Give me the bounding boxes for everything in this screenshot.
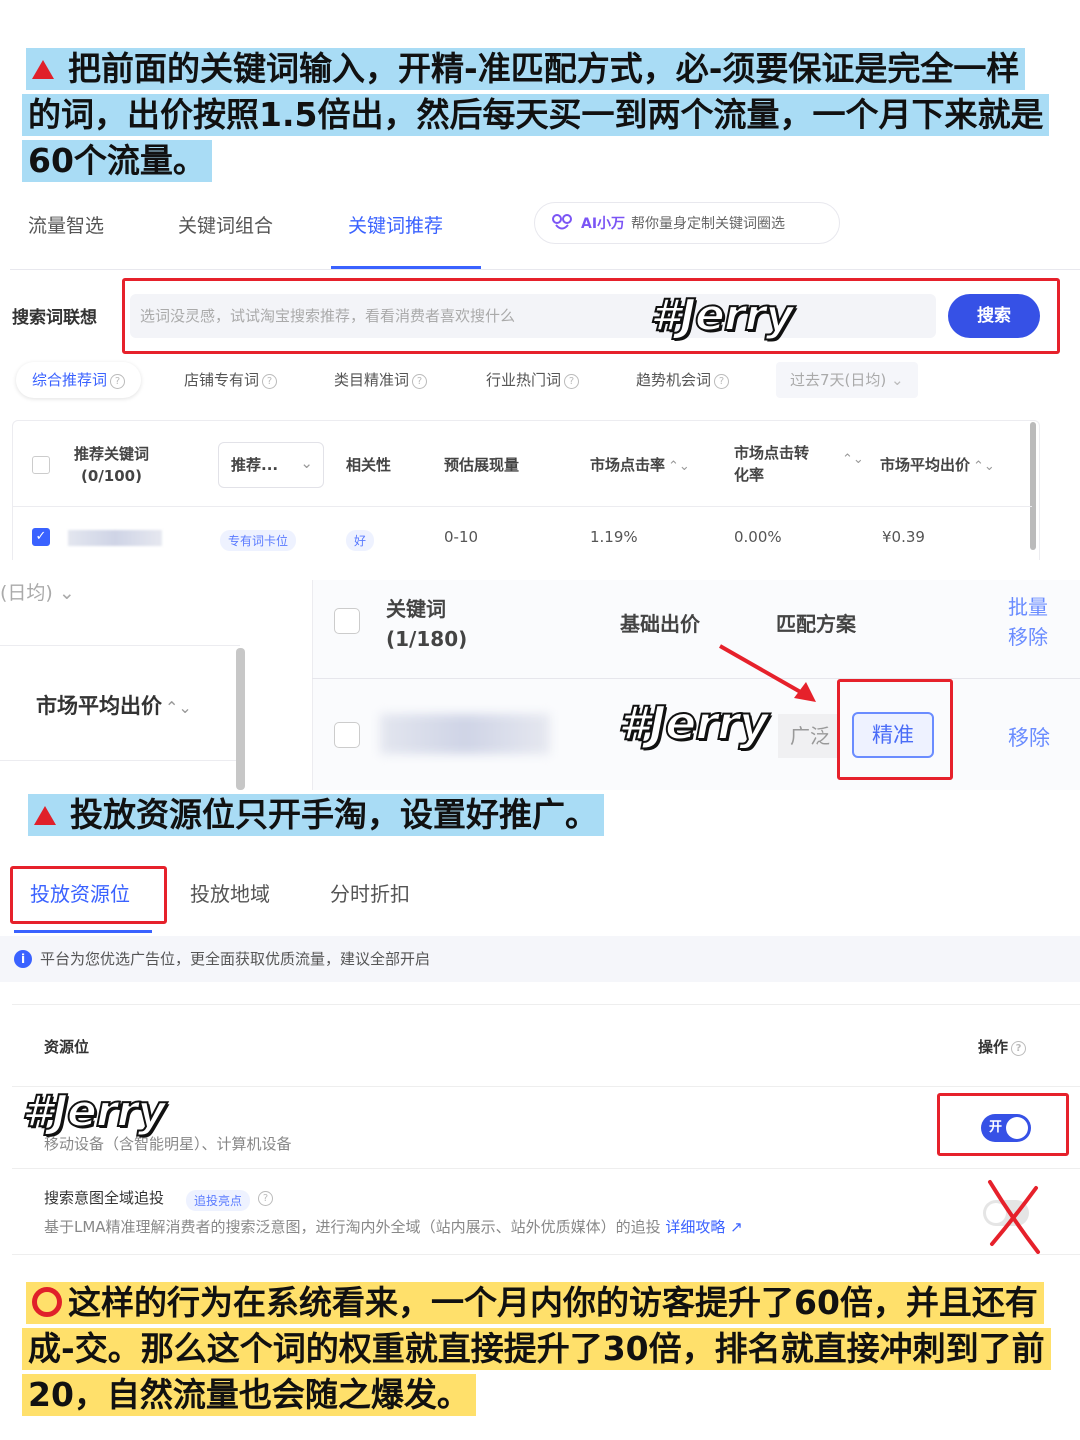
- note-top-line-2: 的词，出价按照1.5倍出，然后每天买一到两个流量，一个月下来就是: [22, 94, 1050, 136]
- batch-remove-link[interactable]: 批量 移除: [1008, 592, 1048, 652]
- chevron-down-icon: ⌄: [58, 582, 75, 604]
- tab-time-discount[interactable]: 分时折扣: [330, 878, 410, 907]
- info-icon: i: [14, 950, 32, 968]
- settings-active-underline: [14, 930, 152, 933]
- est-impressions-value: 0-10: [444, 528, 479, 546]
- col-market-avg-bid[interactable]: 市场平均出价 ⌃⌄: [880, 454, 995, 475]
- tab-traffic-select[interactable]: 流量智选: [28, 211, 104, 238]
- note-top-line-3: 60个流量。: [22, 140, 212, 182]
- tab-divider: [10, 269, 1080, 270]
- table-scrollbar[interactable]: [1030, 422, 1036, 550]
- watermark-2: #Jerry: [617, 695, 770, 751]
- resource-table-bottom-divider: [12, 1254, 1080, 1255]
- recommend-sort-dropdown[interactable]: 推荐... ⌄: [218, 442, 324, 488]
- help-icon: ?: [564, 374, 580, 389]
- selected-row-checkbox[interactable]: [334, 722, 360, 748]
- toggle-highlight-box: [937, 1093, 1069, 1156]
- selected-col-match: 匹配方案: [776, 612, 856, 636]
- help-icon: ?: [110, 374, 126, 389]
- sort-icon[interactable]: ⌃⌄: [973, 459, 995, 474]
- col-rec-keyword: 推荐关键词 (0/100): [74, 445, 150, 485]
- filter-category-precise[interactable]: 类目精准词?: [334, 362, 428, 398]
- help-icon: ?: [714, 374, 730, 389]
- resource-row2-desc: 基于LMA精准理解消费者的搜索泛意图，进行淘内外全域（站内展示、站外优质媒体）的…: [44, 1218, 743, 1236]
- selected-all-checkbox[interactable]: [334, 608, 360, 634]
- date-range-select[interactable]: 过去7天(日均) ⌄: [776, 362, 918, 398]
- ai-assistant-name: AI小万: [581, 216, 626, 232]
- col-market-cvr[interactable]: 市场点击转 化率: [734, 442, 809, 486]
- col-market-ctr[interactable]: 市场点击率 ⌃⌄: [590, 454, 690, 475]
- tab-keyword-combo[interactable]: 关键词组合: [178, 211, 273, 238]
- market-avg-bid-value: ¥0.39: [882, 528, 925, 546]
- select-all-checkbox[interactable]: [32, 456, 50, 474]
- search-highlight-box: [122, 278, 1060, 354]
- broad-match-option[interactable]: 广泛: [778, 714, 838, 758]
- help-icon: ?: [412, 374, 428, 389]
- left-scrollbar[interactable]: [236, 648, 245, 790]
- ai-assistant-pill[interactable]: AI小万 帮你量身定制关键词圈选: [534, 202, 840, 244]
- col-action: 操作?: [978, 1036, 1027, 1057]
- row-checkbox[interactable]: ✓: [32, 528, 50, 546]
- market-cvr-value: 0.00%: [734, 528, 782, 546]
- ai-assistant-desc: 帮你量身定制关键词圈选: [631, 216, 786, 232]
- resource-table-top-divider: [12, 1004, 1080, 1005]
- exact-match-highlight-box: [837, 679, 953, 780]
- warning-triangle-icon: [34, 806, 56, 825]
- selected-header-divider: [312, 678, 1080, 679]
- sort-icon[interactable]: ⌃⌄: [668, 459, 690, 474]
- note-top-line-1: 把前面的关键词输入，开精-准匹配方式，必-须要保证是完全一样: [26, 48, 1026, 90]
- table-header-divider: [12, 506, 1032, 507]
- exclusive-slot-tag: 专有词卡位: [220, 530, 297, 551]
- help-icon: ?: [258, 1187, 273, 1206]
- note-bottom-line-2: 成-交。那么这个词的权重就直接提升了30倍，排名就直接冲刺到了前: [22, 1328, 1051, 1370]
- filter-store-exclusive[interactable]: 店铺专有词?: [184, 362, 278, 398]
- tab-keyword-recommend[interactable]: 关键词推荐: [348, 211, 443, 238]
- note-bottom-line-3: 20，自然流量也会随之爆发。: [22, 1374, 476, 1416]
- red-circle-icon: [32, 1287, 62, 1317]
- tracking-highlight-badge: 追投亮点: [186, 1190, 251, 1211]
- info-bar: i 平台为您优选广告位，更全面获取优质流量，建议全部开启: [0, 936, 1080, 982]
- remove-link[interactable]: 移除: [1008, 722, 1050, 752]
- ai-robot-icon: [552, 214, 572, 230]
- selected-col-base-bid: 基础出价: [620, 612, 700, 636]
- market-ctr-value: 1.19%: [590, 528, 638, 546]
- sort-icon[interactable]: ⌃⌄: [165, 698, 192, 717]
- chevron-down-icon: ⌄: [300, 454, 313, 472]
- detail-guide-link[interactable]: 详细攻略: [665, 1218, 725, 1236]
- warning-triangle-icon: [32, 60, 54, 79]
- filter-trend-opportunity[interactable]: 趋势机会词?: [636, 362, 730, 398]
- watermark-1: #Jerry: [649, 289, 795, 342]
- filter-comprehensive[interactable]: 综合推荐词?: [16, 362, 142, 398]
- tab-region[interactable]: 投放地域: [190, 878, 270, 907]
- resource-row2-title: 搜索意图全域追投: [44, 1189, 165, 1207]
- note-middle: 投放资源位只开手淘，设置好推广。: [28, 794, 604, 836]
- resource-header-divider: [12, 1086, 1080, 1087]
- blurred-selected-keyword: [380, 714, 550, 754]
- col-resource: 资源位: [44, 1038, 90, 1056]
- relevance-badge: 好: [346, 530, 375, 551]
- selected-col-keyword: 关键词 (1/180): [386, 597, 468, 651]
- search-label: 搜索词联想: [12, 308, 97, 328]
- watermark-3: #Jerry: [21, 1085, 167, 1138]
- sort-icon[interactable]: ⌃⌄: [842, 452, 864, 467]
- resource-row-divider: [12, 1168, 1080, 1169]
- note-bottom-line-1: 这样的行为在系统看来，一个月内你的访客提升了60倍，并且还有: [26, 1282, 1044, 1324]
- left-avg-bid-header[interactable]: 市场平均出价 ⌃⌄: [36, 690, 192, 720]
- left-date-label: (日均) ⌄: [0, 582, 75, 604]
- external-link-icon[interactable]: ↗: [730, 1218, 743, 1236]
- red-cross-mark-icon: [988, 1180, 1040, 1254]
- filter-industry-hot[interactable]: 行业热门词?: [486, 362, 580, 398]
- blurred-keyword: [68, 530, 162, 546]
- col-relevance: 相关性: [346, 456, 392, 474]
- help-icon: ?: [1011, 1041, 1027, 1056]
- resource-tab-highlight-box: [10, 866, 167, 924]
- chevron-down-icon: ⌄: [891, 371, 904, 389]
- col-est-impressions: 预估展现量: [444, 456, 520, 474]
- help-icon: ?: [262, 374, 278, 389]
